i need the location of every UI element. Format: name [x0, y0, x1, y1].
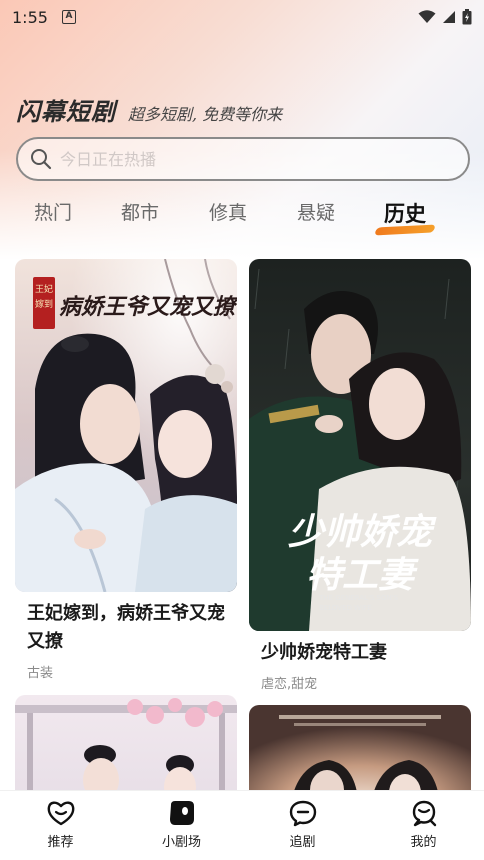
search-input[interactable]: [60, 149, 440, 169]
nav-label: 追剧: [289, 835, 316, 850]
tab-history-label: 历史: [384, 202, 426, 226]
active-tab-indicator: [374, 224, 436, 236]
wifi-icon: [418, 10, 436, 23]
notification-icon: A: [61, 10, 76, 24]
poster-seal-text-2: 嫁到: [35, 298, 53, 310]
tab-hot[interactable]: 热门: [34, 198, 72, 225]
tab-city[interactable]: 都市: [121, 198, 159, 225]
battery-icon: [462, 9, 472, 25]
signal-icon: [443, 11, 455, 23]
profile-icon: [412, 800, 436, 827]
nav-label: 小剧场: [161, 835, 201, 850]
status-time: 1:55: [12, 7, 48, 27]
poster-title-line-2: 特工妻: [306, 554, 419, 596]
poster-title-line-1: 少帅娇宠: [288, 511, 437, 553]
nav-recommend[interactable]: 推荐: [0, 791, 121, 860]
drama-poster: 王妃 嫁到 病娇王爷又宠又撩: [15, 259, 237, 592]
search-icon: [31, 149, 52, 170]
nav-following[interactable]: 追剧: [242, 791, 363, 860]
poster-subtitle-line-1: THE GENERAL'S SON'S: [318, 594, 399, 602]
app-slogan: 超多短剧, 免费等你来: [128, 105, 283, 124]
poster-art: 王妃 嫁到 病娇王爷又宠又撩: [15, 259, 237, 592]
nav-label: 推荐: [47, 835, 74, 850]
drama-genre: 古装: [27, 666, 54, 681]
drama-title: 少帅娇宠特工妻: [261, 642, 387, 663]
tab-suspense[interactable]: 悬疑: [297, 198, 335, 225]
search-bar[interactable]: [16, 137, 470, 181]
drama-card[interactable]: 少帅娇宠 特工妻 THE GENERAL'S SON'S BELOVED WIF…: [249, 259, 471, 692]
poster-art: 少帅娇宠 特工妻 THE GENERAL'S SON'S BELOVED WIF…: [249, 259, 471, 631]
poster-subtitle-line-2: BELOVED WIFE: [319, 604, 372, 612]
heart-chat-icon: [47, 801, 74, 826]
drama-poster: 少帅娇宠 特工妻 THE GENERAL'S SON'S BELOVED WIF…: [249, 259, 471, 631]
status-bar: 1:55 A: [0, 0, 484, 34]
app-title: 闪幕短剧: [16, 97, 116, 126]
nav-theater[interactable]: 小剧场: [121, 791, 242, 860]
chat-bubble-icon: [289, 800, 316, 827]
app-header: 闪幕短剧 超多短剧, 免费等你来: [16, 92, 282, 127]
category-tabs: 热门 都市 修真 悬疑 历史: [0, 198, 484, 238]
poster-title: 病娇王爷又宠又撩: [59, 294, 237, 320]
bottom-nav: 推荐 小剧场 追剧 我的: [0, 790, 484, 860]
tab-cultivation[interactable]: 修真: [209, 198, 247, 225]
drama-card[interactable]: 王妃 嫁到 病娇王爷又宠又撩 王妃嫁到，病娇王爷又宠又撩 古装: [15, 259, 237, 681]
poster-seal-text-1: 王妃: [35, 283, 53, 295]
tab-history[interactable]: 历史: [374, 198, 436, 236]
drama-genre: 虐恋,甜宠: [261, 677, 318, 692]
nav-mine[interactable]: 我的: [363, 791, 484, 860]
theater-icon: [169, 801, 194, 825]
drama-title: 王妃嫁到，病娇王爷又宠又撩: [27, 603, 225, 652]
status-icons: [418, 9, 472, 25]
nav-label: 我的: [410, 835, 437, 850]
